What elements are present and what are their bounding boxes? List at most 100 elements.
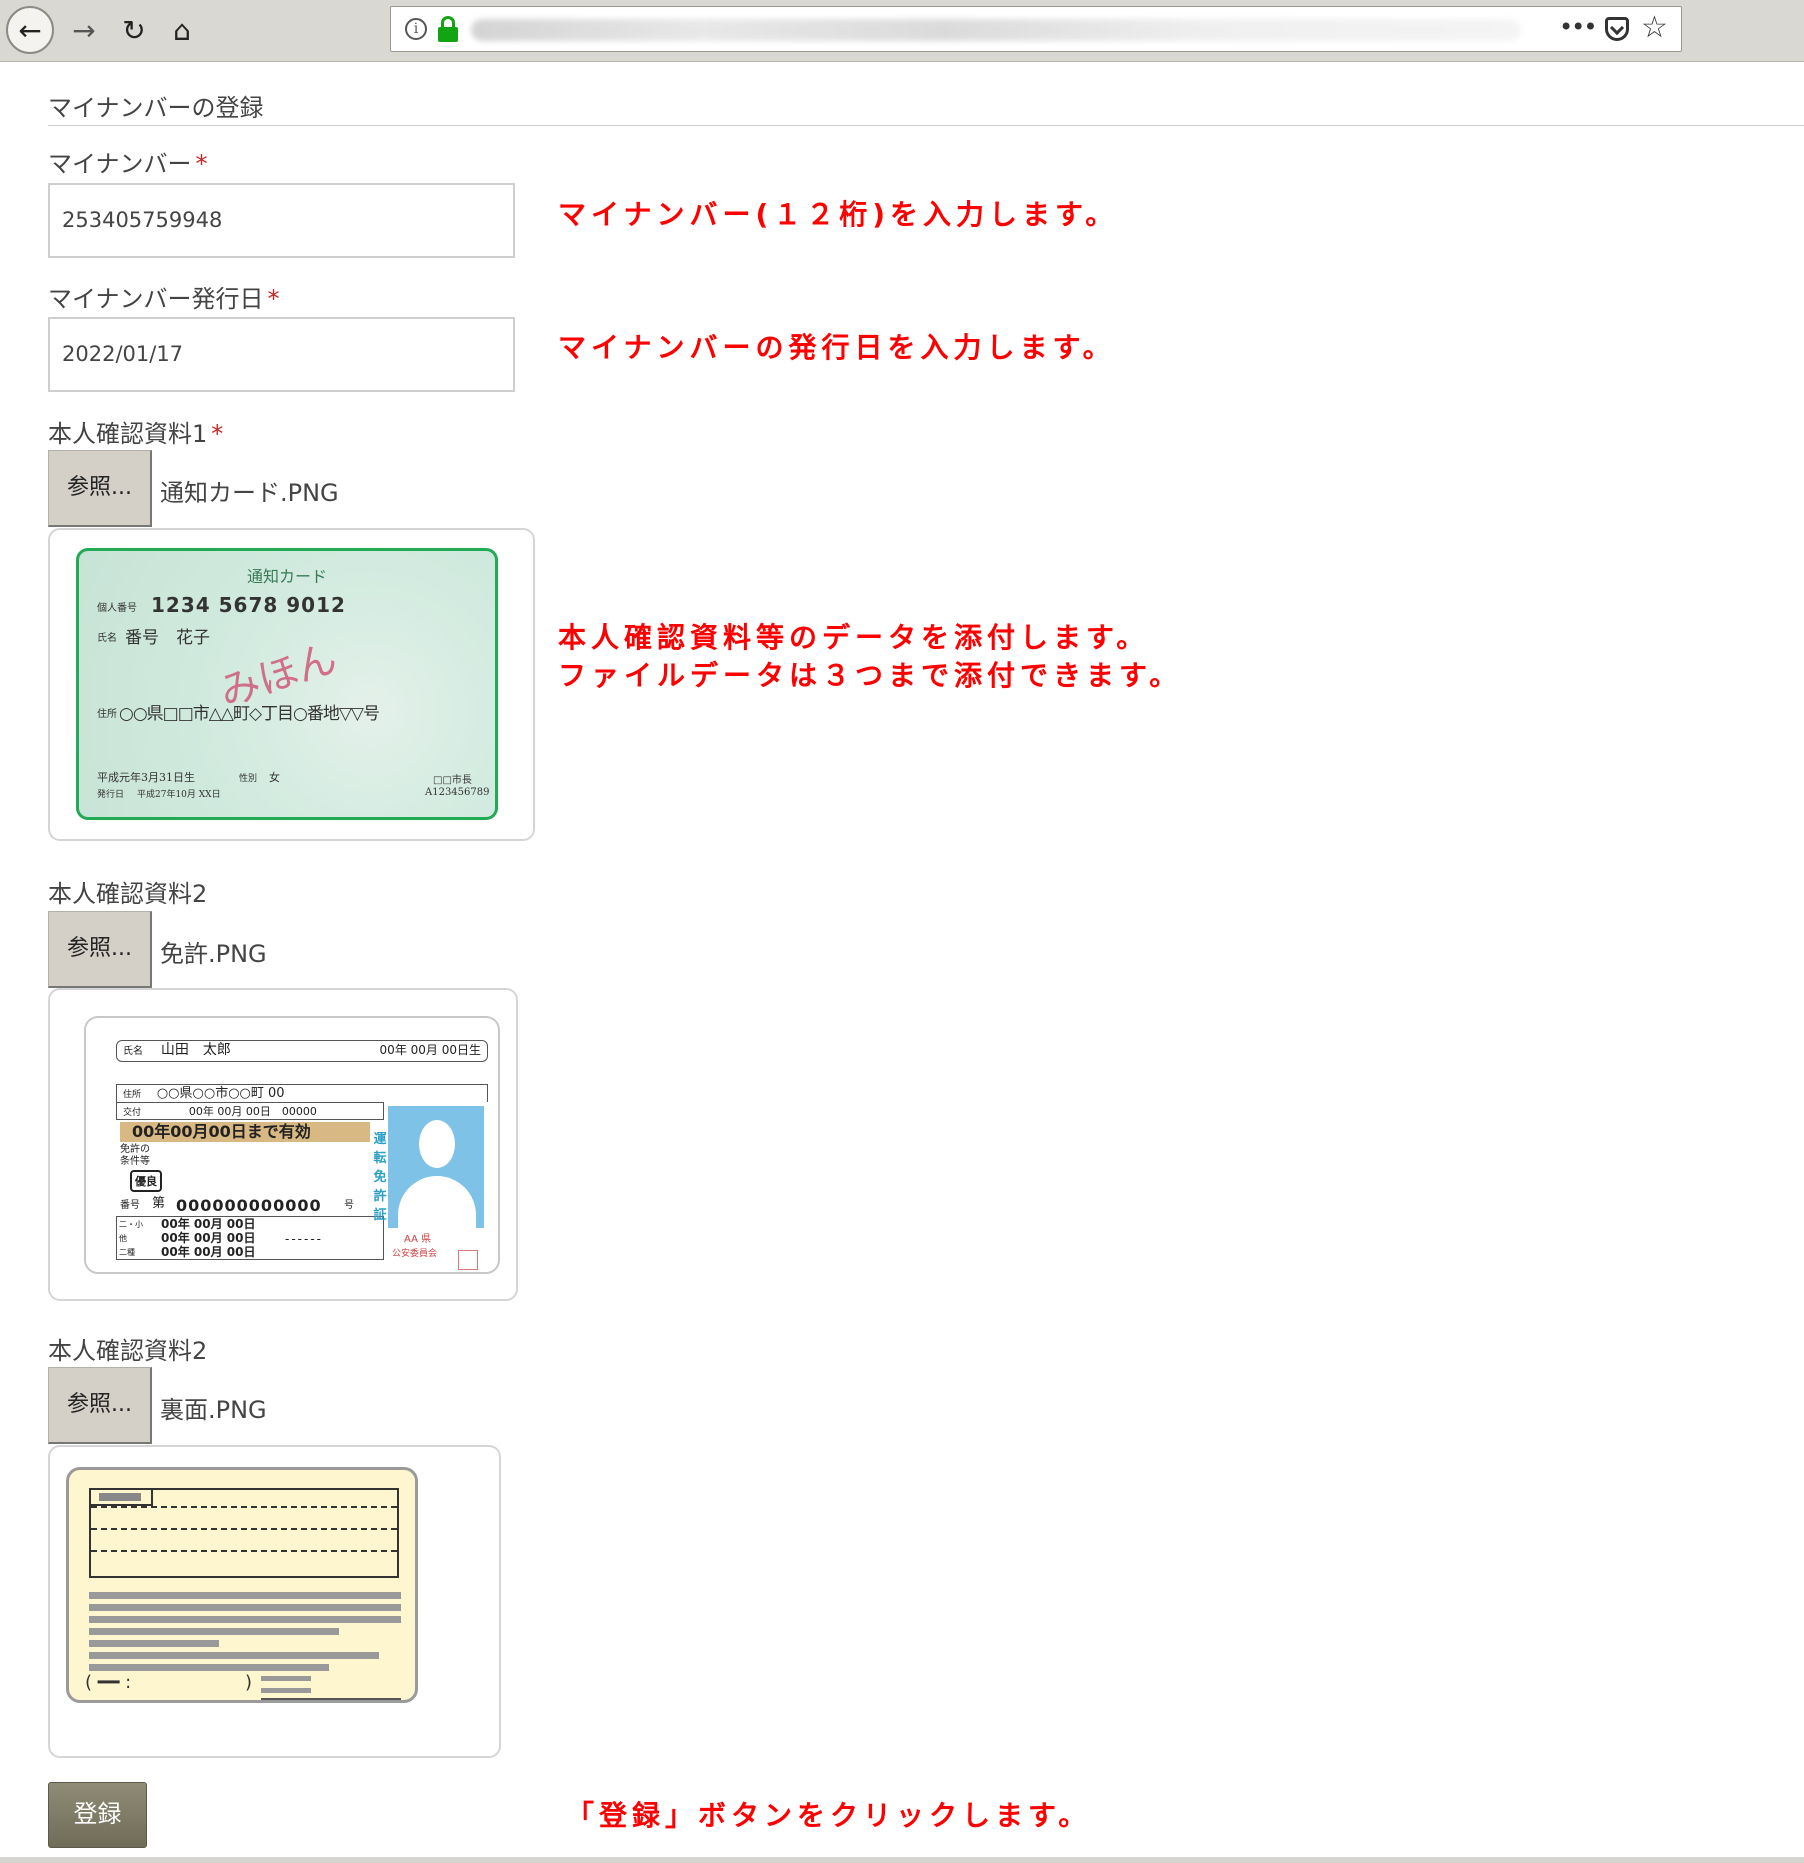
license-name: 山田 太郎 (160, 1042, 231, 1058)
register-button[interactable]: 登録 (48, 1782, 147, 1848)
reload-icon: ↻ (122, 13, 146, 47)
card-serial: A123456789 (425, 787, 490, 798)
license-conditions-1: 免許の (120, 1144, 150, 1155)
card-address-label: 住所 (97, 709, 117, 720)
card-number-label: 個人番号 (97, 603, 137, 614)
license-category-1: 二・小 (119, 1220, 143, 1229)
license-category-box: 二・小 他 二種 00年 00月 00日 00年 00月 00日 00年 00月… (116, 1216, 384, 1260)
attachment-1-label-text: 本人確認資料1 (48, 420, 208, 448)
card-issue-label: 発行日 (97, 790, 125, 800)
attachment-3-file-name: 裏面.PNG (160, 1396, 267, 1424)
card-number: 1234 5678 9012 (151, 593, 346, 617)
browser-toolbar: ← → ↻ ⌂ i ••• ☆ (0, 0, 1804, 62)
license-address-label: 住所 (123, 1090, 142, 1100)
license-category-dashes: ------ (285, 1232, 323, 1246)
photo-shoulders (398, 1176, 476, 1228)
attachment-2-file-name: 免許.PNG (160, 940, 267, 968)
license-category-3: 二種 (119, 1248, 135, 1257)
card-birth: 平成元年3月31日生 (97, 771, 195, 784)
attachment-3-label: 本人確認資料2 (48, 1337, 208, 1365)
license-date-2: 00年 00月 00日 (161, 1231, 256, 1245)
arrow-right-icon: → (72, 13, 96, 47)
bottom-strip (0, 1857, 1804, 1863)
license-authority-2: 公安委員会 (392, 1249, 438, 1259)
card-title: 通知カード (246, 567, 327, 586)
required-mark: * (195, 150, 208, 178)
attachment-2-label: 本人確認資料2 (48, 880, 208, 908)
my-number-label: マイナンバー * (48, 144, 208, 179)
issue-date-label-text: マイナンバー発行日 (48, 285, 264, 313)
license-date-3: 00年 00月 00日 (161, 1245, 256, 1259)
license-vertical-title: 運転免許証 (373, 1132, 387, 1223)
attachment-2-preview: 氏名 山田 太郎 00年 00月 00日生 住所 ○○県○○市○○町 00 交付… (48, 988, 518, 1301)
attachment-3-preview: ( ━━ : ) (48, 1445, 501, 1758)
my-number-input[interactable]: 253405759948 (48, 183, 515, 258)
attachment-1-file-name: 通知カード.PNG (160, 479, 339, 507)
drivers-license-image: 氏名 山田 太郎 00年 00月 00日生 住所 ○○県○○市○○町 00 交付… (84, 1016, 500, 1274)
attachment-3-browse-button[interactable]: 参照... (48, 1367, 152, 1444)
license-category-2: 他 (119, 1234, 127, 1243)
card-issue-date: 平成27年10月 XX日 (137, 790, 221, 800)
card-sex: 女 (269, 771, 280, 784)
license-address: ○○県○○市○○町 00 (156, 1086, 285, 1101)
annotation-my-number: マイナンバー(１２桁)を入力します。 (558, 198, 1119, 231)
license-address-row: 住所 ○○県○○市○○町 00 (116, 1084, 488, 1102)
attachment-1-browse-button[interactable]: 参照... (48, 450, 152, 527)
license-seal (458, 1250, 478, 1270)
license-number-label-1: 番号 (120, 1200, 140, 1211)
back-footer-right: ) (245, 1672, 253, 1693)
back-remarks-box (89, 1488, 399, 1578)
back-tab (89, 1488, 153, 1506)
license-photo (388, 1106, 484, 1228)
attachment-1-label: 本人確認資料1 * (48, 414, 223, 449)
attachment-2-browse-button[interactable]: 参照... (48, 911, 152, 988)
issue-date-label: マイナンバー発行日 * (48, 279, 280, 314)
license-validity: 00年00月00日まで有効 (120, 1122, 370, 1142)
section-title: マイナンバーの登録 (48, 94, 264, 122)
annotation-attachments-line-2: ファイルデータは３つまで添付できます。 (558, 659, 1183, 692)
reload-button[interactable]: ↻ (110, 6, 158, 54)
back-button[interactable]: ← (6, 6, 54, 54)
license-number-label-2: 第 (152, 1196, 166, 1211)
home-button[interactable]: ⌂ (158, 6, 206, 54)
card-name: 番号 花子 (125, 628, 210, 648)
my-number-label-text: マイナンバー (48, 150, 192, 178)
annotation-submit: 「登録」ボタンをクリックします。 (566, 1799, 1092, 1832)
card-sex-label: 性別 (239, 774, 258, 784)
card-mayor: □□市長 (433, 775, 472, 786)
notification-card-image: 通知カード 個人番号 1234 5678 9012 氏名 番号 花子 みほん 住… (76, 548, 498, 820)
lock-icon[interactable] (437, 14, 459, 44)
license-issue: 00年 00月 00日 00000 (188, 1105, 317, 1118)
license-name-row: 氏名 山田 太郎 00年 00月 00日生 (116, 1040, 488, 1062)
license-number-suffix: 号 (344, 1200, 354, 1211)
back-footer-left: ( ━━ : (85, 1672, 132, 1693)
card-address: ○○県□□市△△町◇丁目○番地▽▽号 (119, 704, 380, 724)
required-mark: * (267, 285, 280, 313)
license-birth: 00年 00月 00日生 (379, 1043, 481, 1057)
forward-button[interactable]: → (60, 6, 108, 54)
blurred-url (471, 19, 1521, 41)
license-issue-row: 交付 00年 00月 00日 00000 (116, 1102, 384, 1120)
attachment-1-preview: 通知カード 個人番号 1234 5678 9012 氏名 番号 花子 みほん 住… (48, 528, 535, 841)
bookmark-star-icon[interactable]: ☆ (1641, 10, 1668, 45)
license-conditions-2: 条件等 (120, 1156, 150, 1167)
annotation-issue-date: マイナンバーの発行日を入力します。 (558, 331, 1116, 364)
license-name-label: 氏名 (123, 1046, 143, 1057)
license-badge: 優良 (130, 1170, 162, 1192)
required-mark: * (211, 420, 224, 448)
card-name-label: 氏名 (97, 633, 117, 644)
license-back-image: ( ━━ : ) (66, 1467, 418, 1703)
photo-head (419, 1120, 455, 1168)
pocket-icon[interactable] (1605, 17, 1629, 41)
address-bar[interactable]: i ••• ☆ (390, 6, 1682, 52)
more-actions-icon[interactable]: ••• (1559, 13, 1597, 41)
license-issue-label: 交付 (123, 1108, 142, 1118)
arrow-left-icon: ← (18, 13, 42, 47)
license-authority-1: AA 県 (404, 1234, 432, 1245)
section-divider (48, 125, 1804, 126)
info-icon[interactable]: i (405, 18, 427, 40)
issue-date-input[interactable]: 2022/01/17 (48, 317, 515, 392)
license-number: 000000000000 (176, 1196, 322, 1215)
license-date-1: 00年 00月 00日 (161, 1217, 256, 1231)
annotation-attachments-line-1: 本人確認資料等のデータを添付します。 (558, 621, 1150, 654)
